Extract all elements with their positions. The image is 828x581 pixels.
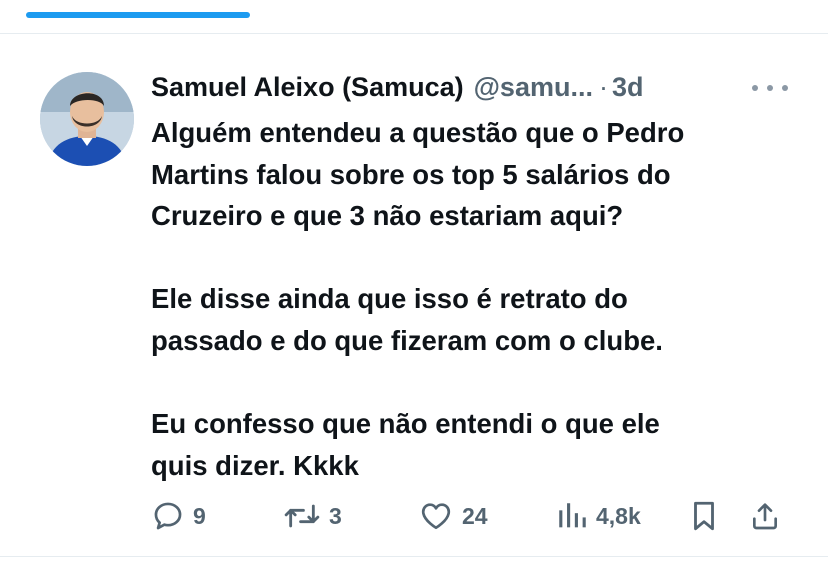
page-progress-fill	[26, 12, 250, 18]
tweet-line: quis dizer. Kkkk	[151, 449, 359, 481]
retweet-count: 3	[329, 502, 342, 529]
tweet-text: Alguém entendeu a questão que o Pedro Ma…	[151, 112, 801, 486]
avatar[interactable]	[40, 72, 134, 166]
display-name[interactable]: Samuel Aleixo (Samuca)	[151, 72, 464, 103]
tweet-line: Alguém entendeu a questão que o Pedro	[151, 117, 685, 148]
retweet-button[interactable]: 3	[283, 496, 342, 536]
separator-dot: ·	[598, 71, 608, 102]
like-count: 24	[462, 502, 488, 529]
like-icon	[421, 503, 451, 530]
bookmark-icon	[694, 501, 714, 531]
reply-icon	[154, 502, 182, 530]
views-button[interactable]: 4,8k	[556, 496, 641, 536]
share-icon	[753, 503, 777, 530]
reply-count: 9	[193, 502, 206, 529]
share-button[interactable]	[749, 496, 781, 536]
views-icon	[559, 503, 586, 528]
more-icon[interactable]	[752, 78, 788, 98]
bookmark-button[interactable]	[689, 496, 719, 536]
tweet-line: Eu confesso que não entendi o que ele	[151, 408, 660, 440]
user-handle[interactable]: @samu...	[474, 72, 593, 103]
reply-button[interactable]: 9	[151, 496, 206, 536]
top-divider	[0, 33, 828, 34]
views-count: 4,8k	[596, 502, 641, 529]
tweet-timestamp[interactable]: 3d	[612, 72, 644, 103]
tweet-header: Samuel Aleixo (Samuca) @samu... · 3d	[151, 68, 644, 106]
retweet-icon	[284, 504, 320, 528]
tweet-line: Martins falou sobre os top 5 salários do	[151, 158, 671, 190]
tweet-line: Cruzeiro e que 3 não estariam aqui?	[151, 200, 624, 232]
tweet-line: passado e do que fizeram com o clube.	[151, 324, 663, 356]
page-progress-track	[0, 0, 828, 20]
bottom-divider	[0, 556, 828, 557]
tweet-line: Ele disse ainda que isso é retrato do	[151, 283, 628, 315]
like-button[interactable]: 24	[418, 496, 488, 536]
action-bar: 9 3 24 4,8k	[151, 496, 791, 536]
